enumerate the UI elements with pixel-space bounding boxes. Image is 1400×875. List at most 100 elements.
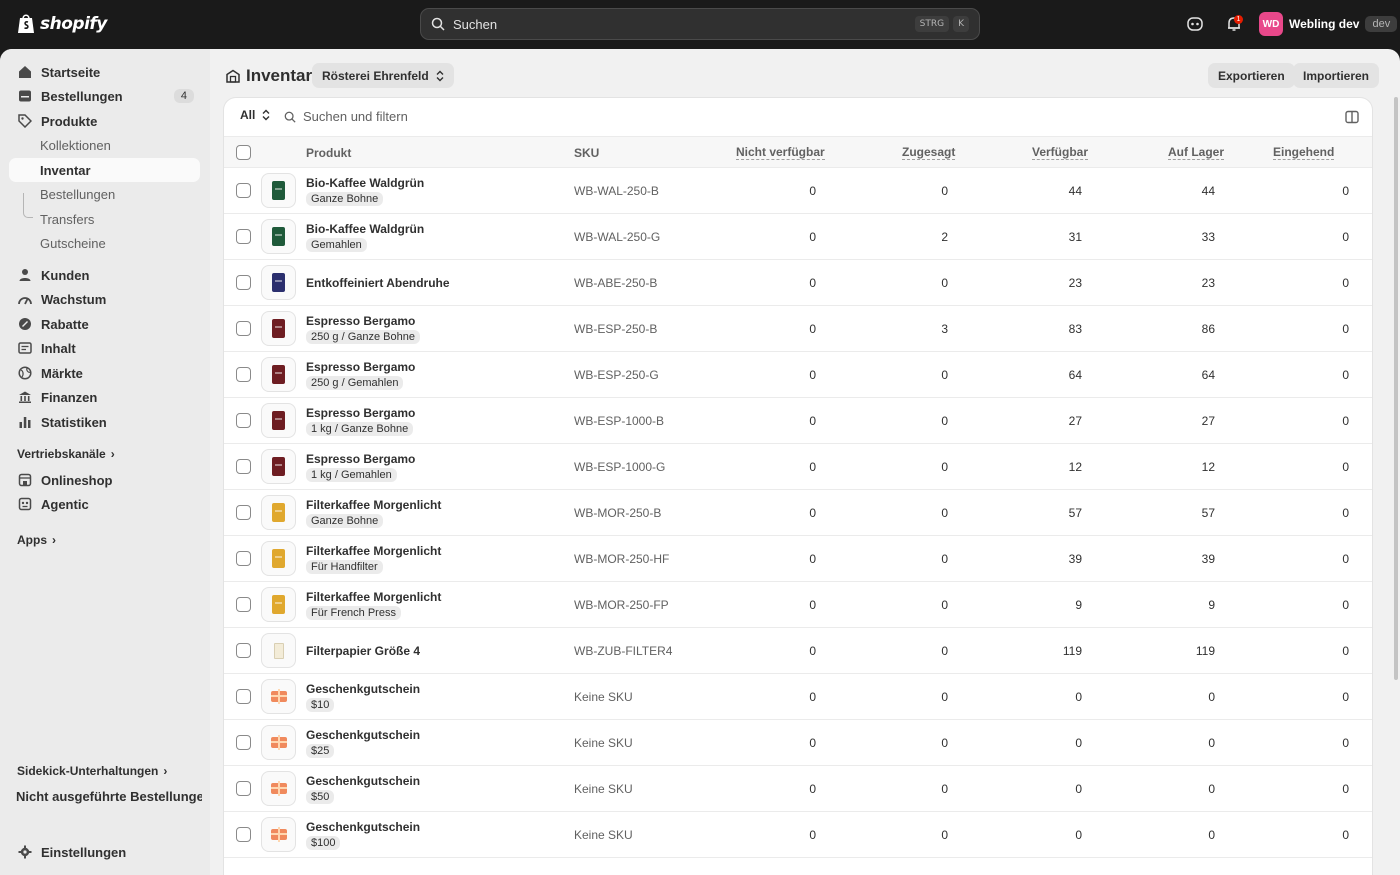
columns-icon[interactable] xyxy=(1344,109,1360,125)
sidebar-item-orders[interactable]: Bestellungen 4 xyxy=(9,84,200,108)
product-thumbnail[interactable] xyxy=(261,541,296,576)
table-row[interactable]: Geschenkgutschein $25 Keine SKU 0 0 0 0 0 xyxy=(224,720,1372,766)
table-row[interactable]: Espresso Bergamo 250 g / Ganze Bohne WB-ES… xyxy=(224,306,1372,352)
product-name[interactable]: Espresso Bergamo xyxy=(306,314,415,328)
sidekick-header[interactable]: Sidekick-Unterhaltungen › xyxy=(17,764,167,778)
on-hand-cell[interactable]: 0 xyxy=(1155,690,1215,704)
sidebar-item-markets[interactable]: Märkte xyxy=(9,361,200,385)
header-incoming[interactable]: Eingehend xyxy=(1273,146,1335,160)
sidebar-item-collections[interactable]: Kollektionen xyxy=(9,133,200,157)
row-checkbox[interactable] xyxy=(236,229,251,244)
product-name[interactable]: Filterkaffee Morgenlicht xyxy=(306,498,441,512)
table-row[interactable]: Espresso Bergamo 1 kg / Ganze Bohne WB-ESP… xyxy=(224,398,1372,444)
sidekick-icon[interactable] xyxy=(1186,15,1204,33)
store-menu[interactable]: WD Webling dev dev xyxy=(1259,12,1398,36)
product-thumbnail[interactable] xyxy=(261,633,296,668)
product-name[interactable]: Geschenkgutschein xyxy=(306,682,420,696)
header-available[interactable]: Verfügbar xyxy=(1032,146,1089,160)
view-tab-all[interactable]: All xyxy=(240,108,270,122)
product-name[interactable]: Filterkaffee Morgenlicht xyxy=(306,544,441,558)
on-hand-cell[interactable]: 39 xyxy=(1155,552,1215,566)
product-thumbnail[interactable] xyxy=(261,311,296,346)
product-thumbnail[interactable] xyxy=(261,679,296,714)
product-name[interactable]: Filterkaffee Morgenlicht xyxy=(306,590,441,604)
sidebar-item-analytics[interactable]: Statistiken xyxy=(9,410,200,434)
sidebar-item-growth[interactable]: Wachstum xyxy=(9,287,200,311)
available-cell[interactable]: 57 xyxy=(1022,506,1082,520)
on-hand-cell[interactable]: 57 xyxy=(1155,506,1215,520)
on-hand-cell[interactable]: 64 xyxy=(1155,368,1215,382)
sidebar-item-home[interactable]: Startseite xyxy=(9,60,200,84)
available-cell[interactable]: 0 xyxy=(1022,736,1082,750)
on-hand-cell[interactable]: 0 xyxy=(1155,782,1215,796)
available-cell[interactable]: 64 xyxy=(1022,368,1082,382)
global-search[interactable]: Suchen STRG K xyxy=(420,8,980,40)
row-checkbox[interactable] xyxy=(236,367,251,382)
select-all-checkbox[interactable] xyxy=(236,145,251,160)
sidebar-item-inventory[interactable]: Inventar xyxy=(9,158,200,182)
row-checkbox[interactable] xyxy=(236,459,251,474)
product-name[interactable]: Bio-Kaffee Waldgrün xyxy=(306,176,424,190)
product-thumbnail[interactable] xyxy=(261,817,296,852)
available-cell[interactable]: 0 xyxy=(1022,690,1082,704)
on-hand-cell[interactable]: 0 xyxy=(1155,828,1215,842)
table-row[interactable]: Filterpapier Größe 4 WB-ZUB-FILTER4 0 0 119 1… xyxy=(224,628,1372,674)
on-hand-cell[interactable]: 12 xyxy=(1155,460,1215,474)
row-checkbox[interactable] xyxy=(236,275,251,290)
row-checkbox[interactable] xyxy=(236,597,251,612)
available-cell[interactable]: 9 xyxy=(1022,598,1082,612)
product-name[interactable]: Geschenkgutschein xyxy=(306,774,420,788)
shopify-logo[interactable]: shopify xyxy=(17,13,107,34)
page-scrollbar[interactable] xyxy=(1394,97,1398,680)
row-checkbox[interactable] xyxy=(236,735,251,750)
product-name[interactable]: Filterpapier Größe 4 xyxy=(306,644,420,658)
location-selector[interactable]: Rösterei Ehrenfeld xyxy=(312,63,454,88)
sidebar-item-gift-cards[interactable]: Gutscheine xyxy=(9,231,200,255)
product-name[interactable]: Espresso Bergamo xyxy=(306,360,415,374)
available-cell[interactable]: 119 xyxy=(1022,644,1082,658)
available-cell[interactable]: 27 xyxy=(1022,414,1082,428)
table-row[interactable]: Bio-Kaffee Waldgrün Gemahlen WB-WAL-250-G 0… xyxy=(224,214,1372,260)
sidebar-item-agentic[interactable]: Agentic xyxy=(9,492,200,516)
product-thumbnail[interactable] xyxy=(261,495,296,530)
product-thumbnail[interactable] xyxy=(261,587,296,622)
header-on-hand[interactable]: Auf Lager xyxy=(1168,146,1225,160)
row-checkbox[interactable] xyxy=(236,321,251,336)
product-thumbnail[interactable] xyxy=(261,219,296,254)
available-cell[interactable]: 23 xyxy=(1022,276,1082,290)
on-hand-cell[interactable]: 86 xyxy=(1155,322,1215,336)
on-hand-cell[interactable]: 119 xyxy=(1155,644,1215,658)
available-cell[interactable]: 12 xyxy=(1022,460,1082,474)
on-hand-cell[interactable]: 9 xyxy=(1155,598,1215,612)
product-thumbnail[interactable] xyxy=(261,357,296,392)
row-checkbox[interactable] xyxy=(236,183,251,198)
product-thumbnail[interactable] xyxy=(261,771,296,806)
available-cell[interactable]: 39 xyxy=(1022,552,1082,566)
sidebar-item-products[interactable]: Produkte xyxy=(9,109,200,133)
on-hand-cell[interactable]: 0 xyxy=(1155,736,1215,750)
sidebar-item-discounts[interactable]: Rabatte xyxy=(9,312,200,336)
sidebar-item-settings[interactable]: Einstellungen xyxy=(9,840,200,864)
import-button[interactable]: Importieren xyxy=(1293,63,1380,88)
row-checkbox[interactable] xyxy=(236,413,251,428)
product-thumbnail[interactable] xyxy=(261,403,296,438)
header-product[interactable]: Produkt xyxy=(306,146,351,160)
row-checkbox[interactable] xyxy=(236,643,251,658)
row-checkbox[interactable] xyxy=(236,505,251,520)
search-and-filter[interactable]: Suchen und filtern xyxy=(284,109,408,124)
product-name[interactable]: Entkoffeiniert Abendruhe xyxy=(306,276,450,290)
table-row[interactable]: Bio-Kaffee Waldgrün Ganze Bohne WB-WAL-250… xyxy=(224,168,1372,214)
available-cell[interactable]: 0 xyxy=(1022,828,1082,842)
sidebar-item-content[interactable]: Inhalt xyxy=(9,336,200,360)
table-row[interactable]: Geschenkgutschein $10 Keine SKU 0 0 0 0 0 xyxy=(224,674,1372,720)
header-unavailable[interactable]: Nicht verfügbar xyxy=(736,146,825,160)
sidebar-item-transfers[interactable]: Transfers xyxy=(9,207,200,231)
sidebar-item-customers[interactable]: Kunden xyxy=(9,263,200,287)
product-name[interactable]: Espresso Bergamo xyxy=(306,406,415,420)
table-row[interactable]: Espresso Bergamo 1 kg / Gemahlen WB-ESP-10… xyxy=(224,444,1372,490)
table-row[interactable]: Espresso Bergamo 250 g / Gemahlen WB-ESP-2… xyxy=(224,352,1372,398)
on-hand-cell[interactable]: 44 xyxy=(1155,184,1215,198)
row-checkbox[interactable] xyxy=(236,689,251,704)
on-hand-cell[interactable]: 23 xyxy=(1155,276,1215,290)
product-name[interactable]: Espresso Bergamo xyxy=(306,452,415,466)
